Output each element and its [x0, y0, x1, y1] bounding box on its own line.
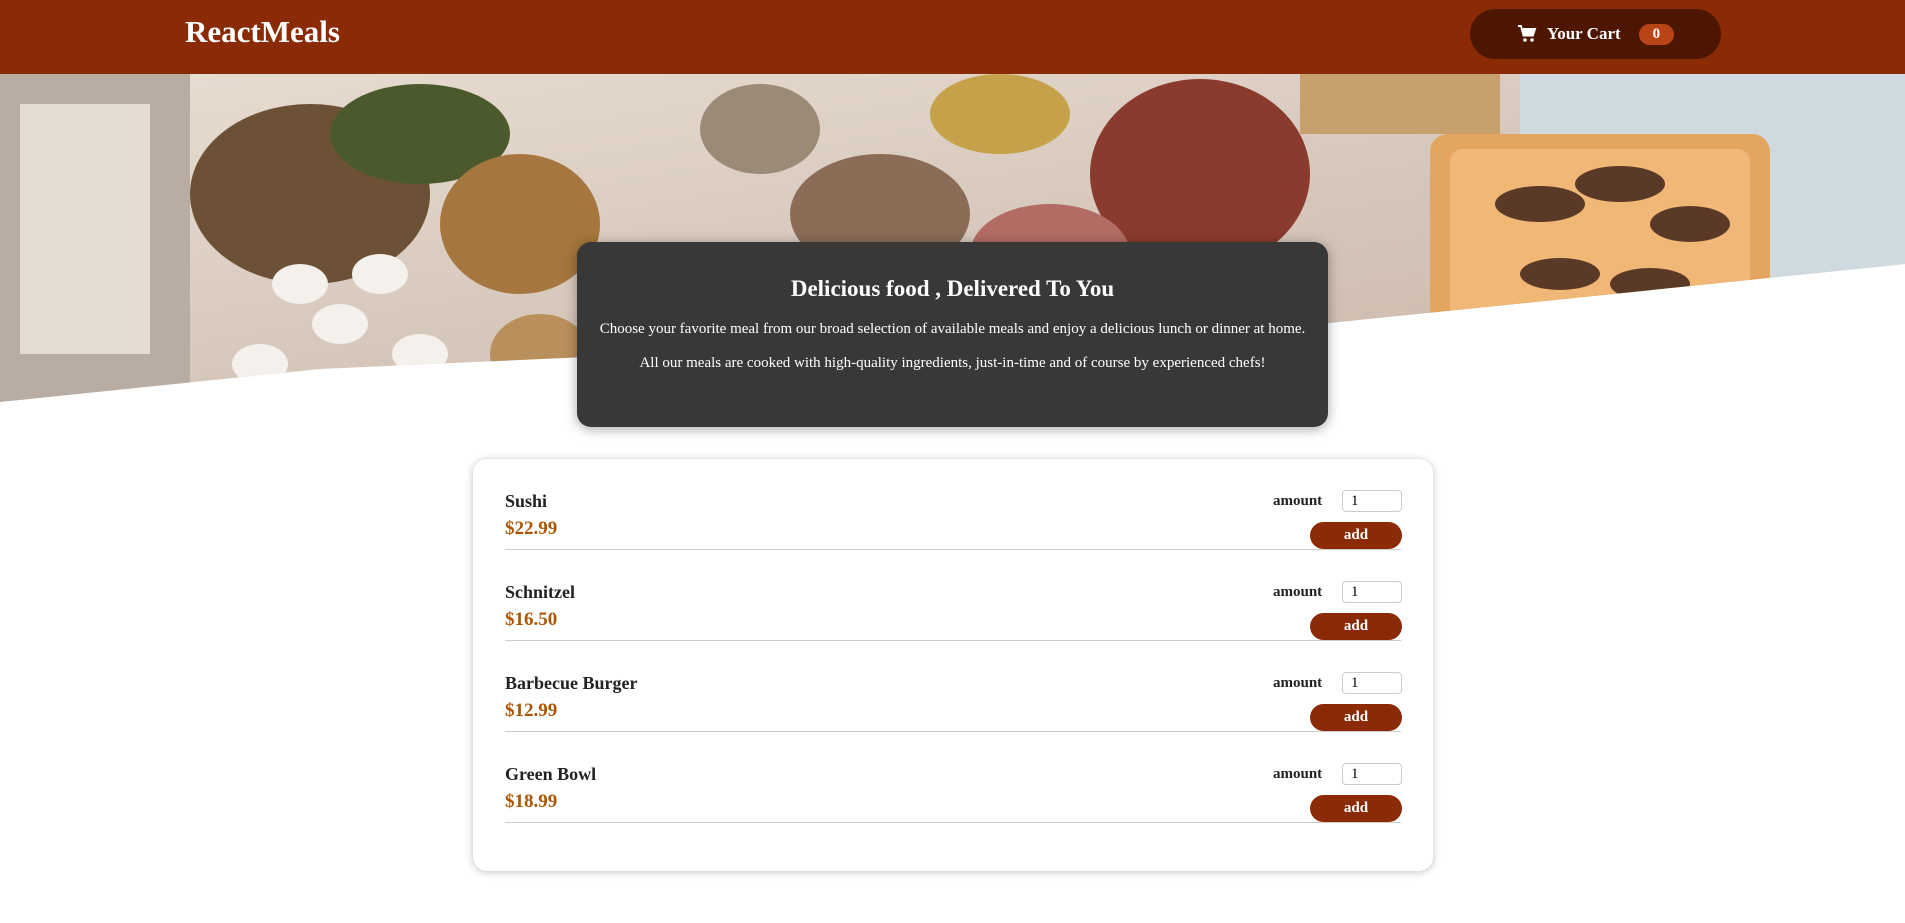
- amount-input[interactable]: [1342, 672, 1402, 694]
- amount-input[interactable]: [1342, 490, 1402, 512]
- meal-price: $12.99: [505, 700, 558, 721]
- meals-list: Sushi $22.99 amount add Schnitzel $16.50…: [473, 459, 1433, 871]
- amount-label: amount: [1273, 766, 1323, 782]
- amount-label: amount: [1273, 584, 1323, 600]
- meal-price: $18.99: [505, 791, 558, 812]
- amount-input[interactable]: [1342, 763, 1402, 785]
- amount-input[interactable]: [1342, 581, 1402, 603]
- summary-text: All our meals are cooked with high-quali…: [639, 355, 1266, 371]
- meal-name: Sushi: [505, 491, 548, 511]
- add-button[interactable]: add: [1310, 522, 1402, 549]
- meal-name: Green Bowl: [505, 764, 597, 784]
- list-item: Green Bowl $18.99 amount add: [505, 732, 1402, 823]
- app-header: ReactMeals Your Cart 0: [0, 0, 1905, 74]
- meal-price: $22.99: [505, 518, 558, 539]
- add-button[interactable]: add: [1310, 613, 1402, 640]
- add-button[interactable]: add: [1310, 704, 1402, 731]
- add-button[interactable]: add: [1310, 795, 1402, 822]
- meal-name: Barbecue Burger: [505, 673, 638, 693]
- cart-button[interactable]: Your Cart 0: [1470, 9, 1721, 59]
- amount-label: amount: [1273, 493, 1323, 509]
- list-item: Schnitzel $16.50 amount add: [505, 550, 1402, 641]
- cart-count-badge: 0: [1638, 23, 1675, 45]
- amount-label: amount: [1273, 675, 1323, 691]
- summary-title: Delicious food , Delivered To You: [790, 276, 1115, 301]
- app-logo: ReactMeals: [185, 14, 340, 49]
- summary-text: Choose your favorite meal from our broad…: [599, 321, 1306, 337]
- list-item: Barbecue Burger $12.99 amount add: [505, 641, 1402, 732]
- list-item: Sushi $22.99 amount add: [505, 459, 1402, 550]
- cart-label: Your Cart: [1546, 24, 1621, 43]
- summary-card: Delicious food , Delivered To You Choose…: [577, 242, 1328, 427]
- meal-name: Schnitzel: [505, 582, 575, 602]
- meal-price: $16.50: [505, 609, 558, 630]
- cart-icon: [1517, 25, 1537, 42]
